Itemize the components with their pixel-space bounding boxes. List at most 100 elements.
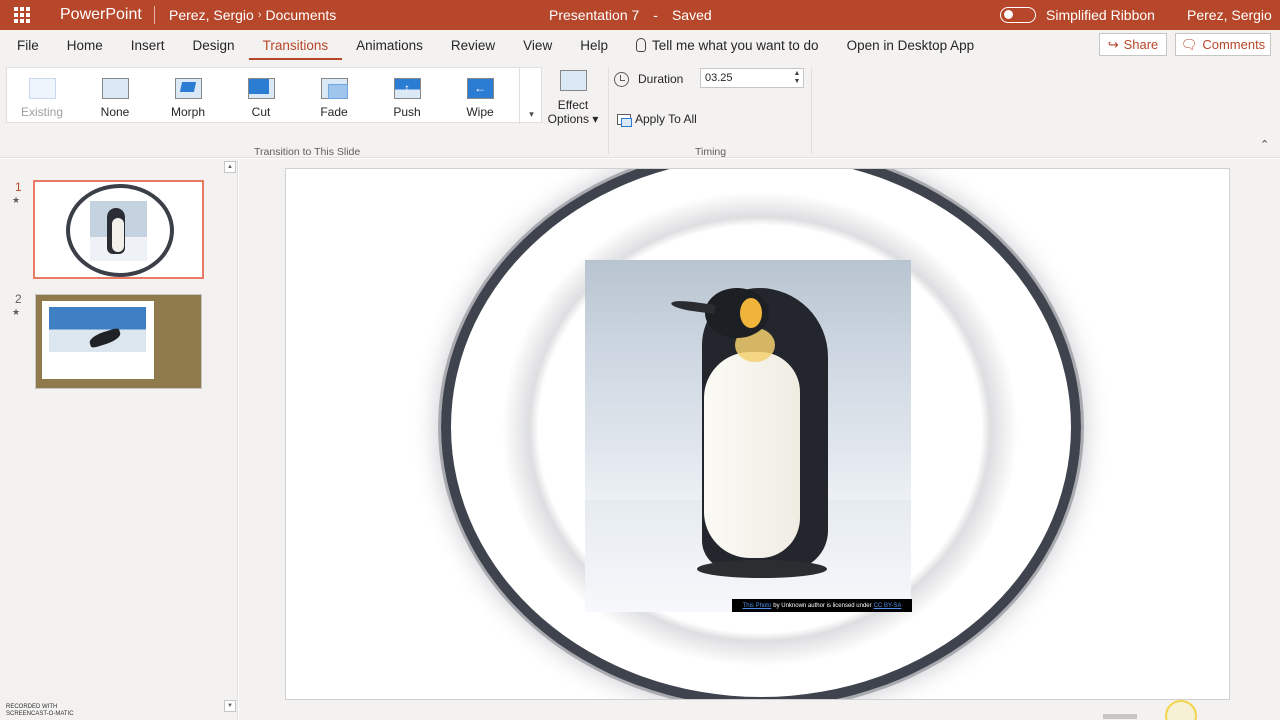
group-label-transition: Transition to This Slide [254,146,361,158]
tab-transitions[interactable]: Transitions [248,30,343,60]
penguin-icon [107,208,125,254]
wipe-transition-icon [466,78,494,99]
tab-home[interactable]: Home [53,30,117,60]
duration-control: Duration [614,70,683,88]
title-bar: PowerPoint Perez, Sergio › Documents Pre… [0,0,1280,30]
recording-watermark: RECORDED WITH SCREENCAST-O-MATIC [6,704,74,718]
penguin-photo[interactable] [585,260,911,612]
scrollbar-thumb[interactable] [1103,714,1137,719]
photo-attribution: This Photo by Unknown author is licensed… [732,599,912,612]
share-button[interactable]: ↪ Share [1099,33,1167,56]
slide-editor: This Photo by Unknown author is licensed… [239,159,1280,720]
transition-fade-label: Fade [320,105,348,119]
breadcrumb: Perez, Sergio › Documents [169,7,336,23]
tab-help[interactable]: Help [566,30,622,60]
apply-to-all-button[interactable]: Apply To All [617,110,697,128]
duration-label: Duration [638,72,684,86]
transition-none[interactable]: None [82,68,148,124]
effect-options-icon [559,70,587,91]
comments-label: Comments [1202,37,1266,52]
document-name[interactable]: Presentation 7 [549,7,639,23]
tab-view[interactable]: View [509,30,566,60]
simplified-ribbon-label: Simplified Ribbon [1046,7,1155,23]
document-title[interactable]: Presentation 7 - Saved [549,0,712,30]
ribbon-tabs: File Home Insert Design Transitions Anim… [0,30,1280,60]
transition-star-icon: ★ [12,307,21,317]
tab-review[interactable]: Review [437,30,509,60]
transition-none-label: None [100,105,130,119]
scroll-up-icon[interactable]: ▲ [224,161,236,173]
save-status: Saved [671,7,712,23]
transition-gallery: Existing None Morph Cut Fade Push [6,67,543,124]
scroll-down-icon[interactable]: ▼ [224,700,236,712]
group-label-timing: Timing [695,146,727,158]
apply-to-all-label: Apply To All [635,112,697,126]
chevron-up-icon[interactable]: ▲ [794,70,801,78]
tab-design[interactable]: Design [179,30,249,60]
thumbnail-penguin-photo [90,201,147,261]
slide-thumbnail-2[interactable] [35,294,202,389]
transition-wipe-label: Wipe [466,105,494,119]
tab-file[interactable]: File [0,30,53,60]
breadcrumb-folder[interactable]: Documents [266,7,337,23]
effect-options-label-2: Options ▾ [548,112,599,126]
horizontal-scrollbar[interactable] [239,712,1280,720]
transition-wipe[interactable]: Wipe [447,68,513,124]
app-launcher-icon[interactable] [0,0,44,30]
slide-number-1: 1 [15,180,22,194]
simplified-ribbon-toggle[interactable] [1000,7,1036,23]
tab-insert[interactable]: Insert [117,30,179,60]
effect-options-label-2-text: Options [547,112,589,126]
chevron-down-icon[interactable]: ▼ [794,78,801,86]
transition-cut-label: Cut [251,105,271,119]
transition-morph-label: Morph [170,105,205,119]
duration-input[interactable] [700,68,804,88]
penguin-feet [697,560,827,578]
penguins-scene [49,307,146,371]
share-label: Share [1123,37,1159,52]
collapse-ribbon-icon[interactable]: ⌃ [1260,138,1269,151]
transition-fade[interactable]: Fade [301,68,367,124]
slide-number-2: 2 [15,292,22,306]
ribbon-separator [608,68,609,154]
penguin-belly [704,352,800,558]
attribution-photo-link[interactable]: This Photo [743,603,772,609]
title-separator [154,6,155,24]
chevron-right-icon: › [257,9,262,21]
transition-push[interactable]: Push [374,68,440,124]
slide-thumbnail-1[interactable] [33,180,204,279]
account-name[interactable]: Perez, Sergio [1187,0,1272,30]
push-transition-icon [393,78,421,99]
effect-options-label-1: Effect [557,98,589,112]
attribution-text: by Unknown author is licensed under [773,602,872,609]
breadcrumb-owner[interactable]: Perez, Sergio [169,7,254,23]
current-slide[interactable]: This Photo by Unknown author is licensed… [285,168,1230,700]
slide-thumbnail-pane: 1 ★ 2 ★ ▲ ▼ [0,159,238,720]
cut-transition-icon [247,78,275,99]
morph-transition-icon [174,78,202,99]
effect-options-button[interactable]: Effect Options ▾ [546,70,600,142]
thumbnail-scrollbar[interactable]: ▲ ▼ [222,159,238,720]
attribution-license-link[interactable]: CC BY-SA [874,603,902,609]
duration-stepper[interactable]: ▲ ▼ [790,68,804,88]
tell-me-search[interactable]: Tell me what you want to do [622,38,833,53]
fade-transition-icon [320,78,348,99]
app-name[interactable]: PowerPoint [60,6,154,24]
comments-button[interactable]: 🗨 Comments [1175,33,1271,56]
existing-transition-icon [28,78,56,99]
transition-existing: Existing [9,68,75,124]
gallery-more-button[interactable]: ▾ [519,68,543,124]
chevron-down-icon: ▾ [529,109,534,119]
watermark-line-1: RECORDED WITH [6,704,58,710]
transition-cut[interactable]: Cut [228,68,294,124]
share-icon: ↪ [1107,36,1119,52]
tab-animations[interactable]: Animations [342,30,437,60]
apply-to-all-icon [617,113,632,127]
penguin-ear-patch [740,298,762,328]
transition-morph[interactable]: Morph [155,68,221,124]
comment-icon: 🗨 [1180,36,1198,52]
open-in-desktop-app[interactable]: Open in Desktop App [833,30,989,60]
ribbon: Existing None Morph Cut Fade Push [0,60,1280,158]
ribbon-separator [811,68,812,154]
clock-icon [614,71,629,87]
